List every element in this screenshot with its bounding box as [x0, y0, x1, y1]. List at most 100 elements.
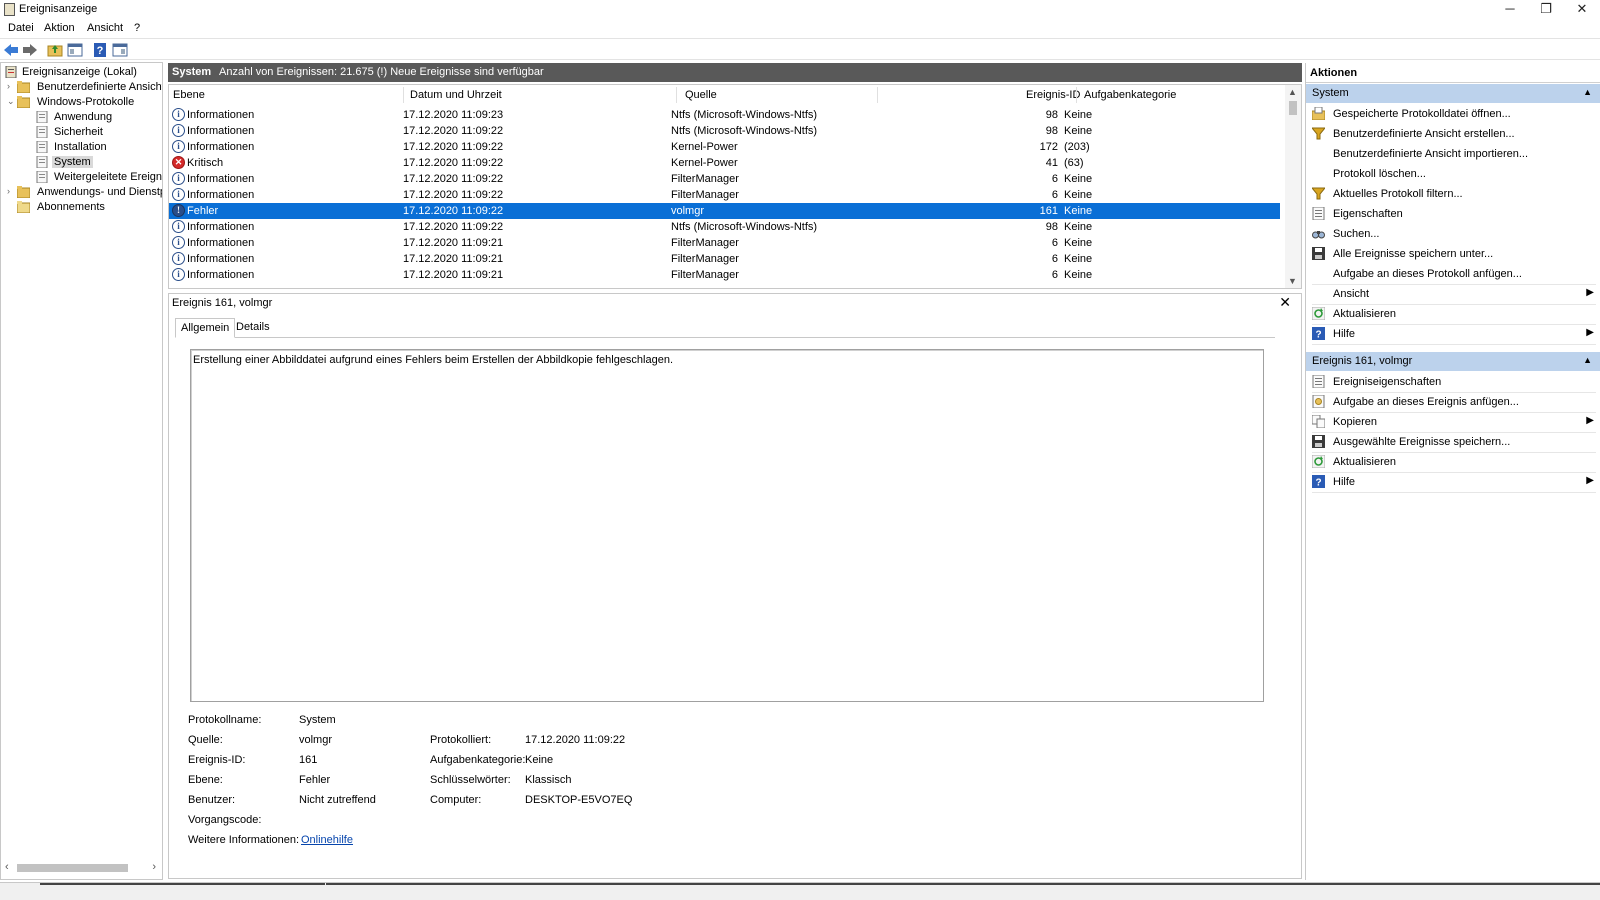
close-window-button[interactable]: ✕ — [1564, 0, 1600, 20]
action-label: Ansicht — [1333, 288, 1370, 300]
prop-value-benutzer: Nicht zutreffend — [299, 794, 376, 806]
cell-source: FilterManager — [671, 237, 739, 249]
show-hide-tree-icon[interactable] — [67, 42, 83, 58]
menu-datei[interactable]: Datei — [8, 22, 34, 34]
action-item[interactable]: Benutzerdefinierte Ansicht importieren..… — [1306, 144, 1600, 164]
actions-section-system[interactable]: System ▲ — [1306, 84, 1600, 103]
prop-label-benutzer: Benutzer: — [188, 794, 236, 806]
cell-event-id: 6 — [1051, 189, 1058, 201]
action-item[interactable]: Aktualisieren — [1306, 304, 1600, 324]
column-divider[interactable] — [403, 87, 404, 103]
action-item[interactable]: ? Hilfe ▶ — [1306, 324, 1600, 344]
prop-label-ereignis-id: Ereignis-ID: — [188, 754, 246, 766]
action-item[interactable]: Ansicht ▶ — [1306, 284, 1600, 304]
collapse-caret-icon[interactable]: ▲ — [1583, 355, 1592, 365]
scrollbar-thumb[interactable] — [1289, 101, 1297, 115]
cell-event-id: 6 — [1051, 269, 1058, 281]
table-row[interactable]: i Informationen 17.12.2020 11:09:22 Kernel-… — [169, 139, 1280, 155]
action-item[interactable]: Alle Ereignisse speichern unter... — [1306, 244, 1600, 264]
action-item[interactable]: Kopieren ▶ — [1306, 412, 1600, 432]
column-divider[interactable] — [877, 87, 878, 103]
close-detail-icon[interactable]: ✕ — [1279, 294, 1291, 311]
action-item[interactable]: Benutzerdefinierte Ansicht erstellen... — [1306, 124, 1600, 144]
action-item[interactable]: Gespeicherte Protokolldatei öffnen... — [1306, 104, 1600, 124]
column-divider[interactable] — [676, 87, 677, 103]
up-folder-icon[interactable] — [47, 42, 63, 58]
table-row[interactable]: i Informationen 17.12.2020 11:09:21 FilterM… — [169, 235, 1280, 251]
information-icon: i — [172, 108, 185, 121]
menu-help[interactable]: ? — [134, 22, 140, 34]
menu-aktion[interactable]: Aktion — [44, 22, 75, 34]
action-item[interactable]: Aufgabe an dieses Protokoll anfügen... — [1306, 264, 1600, 284]
table-row[interactable]: i Informationen 17.12.2020 11:09:22 FilterM… — [169, 187, 1280, 203]
column-divider[interactable] — [1076, 87, 1077, 103]
minimize-button[interactable]: ─ — [1492, 0, 1528, 20]
action-item[interactable]: Suchen... — [1306, 224, 1600, 244]
column-header-event-id[interactable]: Ereignis-ID — [1026, 89, 1080, 101]
action-item[interactable]: ? Hilfe ▶ — [1306, 472, 1600, 492]
action-item[interactable]: Aktuelles Protokoll filtern... — [1306, 184, 1600, 204]
cell-datetime: 17.12.2020 11:09:22 — [403, 125, 504, 137]
scrollbar-thumb[interactable] — [17, 864, 128, 872]
detail-title: Ereignis 161, volmgr — [172, 297, 273, 309]
action-item[interactable]: Protokoll löschen... — [1306, 164, 1600, 184]
action-item[interactable]: Ausgewählte Ereignisse speichern... — [1306, 432, 1600, 452]
menu-bar: Datei Aktion Ansicht ? — [0, 20, 1600, 37]
log-icon — [36, 156, 48, 168]
scroll-down-icon[interactable]: ▼ — [1288, 276, 1297, 286]
actions-pane: Aktionen System ▲ Gespeicherte Protokoll… — [1305, 63, 1600, 880]
action-item[interactable]: Aktualisieren — [1306, 452, 1600, 472]
forward-icon[interactable] — [22, 42, 38, 58]
event-message[interactable]: Erstellung einer Abbilddatei aufgrund ei… — [190, 349, 1264, 702]
information-icon: i — [172, 188, 185, 201]
actions-title: Aktionen — [1306, 63, 1600, 83]
tree-horizontal-scrollbar[interactable]: ‹ › — [3, 861, 160, 875]
collapse-arrow-icon[interactable]: ⌄ — [7, 96, 17, 107]
table-row[interactable]: i Informationen 17.12.2020 11:09:22 FilterM… — [169, 171, 1280, 187]
log-icon — [36, 171, 48, 183]
action-item[interactable]: Ereigniseigenschaften — [1306, 372, 1600, 392]
submenu-arrow-icon: ▶ — [1586, 415, 1594, 426]
restore-button[interactable]: ❐ — [1528, 0, 1564, 20]
action-label: Aktualisieren — [1333, 308, 1396, 320]
menu-ansicht[interactable]: Ansicht — [87, 22, 123, 34]
help-icon[interactable]: ? — [92, 42, 108, 58]
back-icon[interactable] — [3, 42, 19, 58]
collapse-caret-icon[interactable]: ▲ — [1583, 87, 1592, 97]
cell-task-category: (203) — [1064, 141, 1090, 153]
expand-arrow-icon[interactable]: › — [7, 186, 17, 196]
action-item[interactable]: Aufgabe an dieses Ereignis anfügen... — [1306, 392, 1600, 412]
scroll-up-icon[interactable]: ▲ — [1288, 87, 1297, 97]
table-row[interactable]: ✕ Kritisch 17.12.2020 11:09:22 Kernel-Power… — [169, 155, 1280, 171]
column-header-source[interactable]: Quelle — [685, 89, 717, 101]
cell-task-category: Keine — [1064, 269, 1093, 281]
tab-allgemein[interactable]: Allgemein — [175, 318, 236, 338]
column-header-task-category[interactable]: Aufgabenkategorie — [1084, 89, 1176, 101]
event-list-scrollbar[interactable]: ▲ ▼ — [1285, 85, 1301, 288]
table-row-selected[interactable]: ! Fehler 17.12.2020 11:09:22 volmgr 161 Keine — [169, 203, 1280, 219]
table-row[interactable]: i Informationen 17.12.2020 11:09:22 Ntfs (M… — [169, 123, 1280, 139]
show-hide-action-pane-icon[interactable] — [112, 42, 128, 58]
column-header-datetime[interactable]: Datum und Uhrzeit — [410, 89, 502, 101]
refresh-icon — [1312, 307, 1325, 320]
prop-label-ebene: Ebene: — [188, 774, 223, 786]
tab-details[interactable]: Details — [231, 318, 275, 338]
cell-event-id: 6 — [1051, 253, 1058, 265]
cell-datetime: 17.12.2020 11:09:22 — [403, 157, 504, 169]
table-row[interactable]: i Informationen 17.12.2020 11:09:23 Ntfs (M… — [169, 107, 1280, 123]
actions-section-event[interactable]: Ereignis 161, volmgr ▲ — [1306, 352, 1600, 371]
event-list: Ebene Datum und Uhrzeit Quelle Ereignis-… — [168, 84, 1302, 289]
cell-level: Informationen — [187, 125, 255, 137]
table-row[interactable]: i Informationen 17.12.2020 11:09:21 FilterM… — [169, 267, 1280, 283]
action-item[interactable]: Eigenschaften — [1306, 204, 1600, 224]
column-header-level[interactable]: Ebene — [173, 89, 205, 101]
expand-arrow-icon[interactable]: › — [7, 81, 17, 91]
scroll-right-icon[interactable]: › — [152, 861, 156, 873]
table-row[interactable]: i Informationen 17.12.2020 11:09:21 FilterM… — [169, 251, 1280, 267]
scroll-left-icon[interactable]: ‹ — [5, 861, 9, 873]
cell-event-id: 172 — [1039, 141, 1058, 153]
divider — [1312, 491, 1596, 493]
table-row[interactable]: i Informationen 17.12.2020 11:09:22 Ntfs (M… — [169, 219, 1280, 235]
online-help-link[interactable]: Onlinehilfe — [301, 834, 353, 846]
cell-event-id: 98 — [1045, 125, 1058, 137]
